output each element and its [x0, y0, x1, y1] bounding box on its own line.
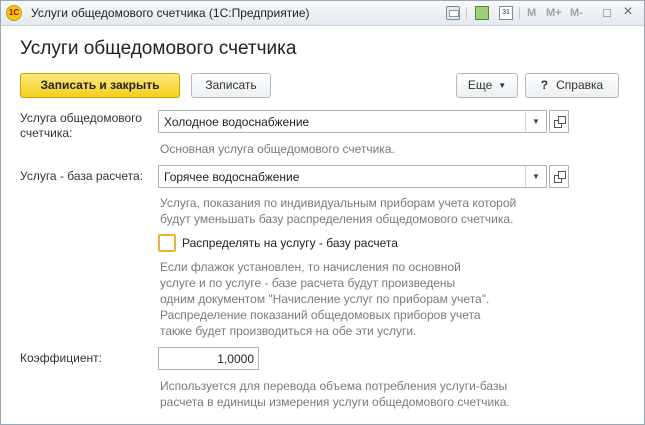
distribute-label[interactable]: Распределять на услугу - базу расчета	[182, 236, 398, 250]
hint-line: услуге и по услуге - базе расчета будут …	[160, 276, 456, 290]
service-field[interactable]: Холодное водоснабжение ▼	[158, 110, 547, 133]
open-icon-part	[558, 116, 566, 124]
minimize-button[interactable]: □	[600, 5, 614, 20]
calculator-icon[interactable]	[475, 6, 489, 20]
printer-icon[interactable]	[446, 6, 460, 20]
coefficient-hint: Используется для перевода объема потребл…	[160, 378, 510, 410]
app-window: 1С Услуги общедомового счетчика (1С:Пред…	[0, 0, 645, 425]
service-label-line2: счетчика:	[20, 126, 73, 140]
service-label-line1: Услуга общедомового	[20, 111, 142, 125]
hint-line: Распределение показаний общедомовых приб…	[160, 308, 481, 322]
distribute-checkbox[interactable]	[158, 234, 176, 252]
base-service-hint: Услуга, показания по индивидуальным приб…	[160, 195, 516, 227]
close-button[interactable]: ×	[621, 3, 635, 21]
hint-line: Используется для перевода объема потребл…	[160, 379, 508, 393]
app-logo-icon[interactable]: 1С	[6, 5, 22, 21]
title-bar: 1С Услуги общедомового счетчика (1С:Пред…	[1, 1, 644, 26]
service-label: Услуга общедомового счетчика:	[20, 111, 142, 141]
base-service-value: Горячее водоснабжение	[164, 170, 300, 184]
hint-line: одним документом "Начисление услуг по пр…	[160, 292, 490, 306]
dropdown-icon[interactable]: ▼	[525, 166, 546, 187]
toolbar-separator	[519, 7, 520, 19]
more-button-label: Еще	[467, 78, 493, 92]
help-button[interactable]: ? Справка	[525, 73, 619, 98]
coefficient-label: Коэффициент:	[20, 351, 102, 365]
coefficient-value: 1,0000	[217, 352, 254, 366]
hint-line: будут уменьшать базу распределения общед…	[160, 212, 514, 226]
help-button-label: Справка	[556, 78, 604, 92]
toolbar-separator	[466, 7, 467, 19]
more-button[interactable]: Еще ▼	[456, 73, 518, 98]
open-service-button[interactable]	[549, 110, 569, 133]
memory-plus-button[interactable]: M+	[546, 7, 562, 19]
distribute-hint: Если флажок установлен, то начисления по…	[160, 259, 489, 339]
window-title: Услуги общедомового счетчика (1С:Предпри…	[31, 6, 310, 20]
help-icon: ?	[540, 78, 549, 92]
save-and-close-button[interactable]: Записать и закрыть	[20, 73, 180, 98]
calendar-day: 31	[502, 9, 510, 16]
service-value: Холодное водоснабжение	[164, 115, 310, 129]
caret-down-icon: ▼	[498, 81, 507, 90]
hint-line: расчета в единицы измерения услуги общед…	[160, 395, 510, 409]
hint-line: также будет производиться на обе эти усл…	[160, 324, 417, 338]
hint-line: Услуга, показания по индивидуальным приб…	[160, 196, 517, 210]
form-title: Услуги общедомового счетчика	[20, 38, 297, 59]
save-button[interactable]: Записать	[191, 73, 271, 98]
calendar-icon[interactable]: 31	[499, 6, 513, 20]
hint-line: Если флажок установлен, то начисления по…	[160, 260, 461, 274]
base-service-label: Услуга - база расчета:	[20, 169, 144, 183]
open-icon-part	[558, 171, 566, 179]
dropdown-icon[interactable]: ▼	[525, 111, 546, 132]
service-hint: Основная услуга общедомового счетчика.	[160, 142, 395, 156]
open-base-service-button[interactable]	[549, 165, 569, 188]
coefficient-input[interactable]: 1,0000	[158, 347, 259, 370]
base-service-field[interactable]: Горячее водоснабжение ▼	[158, 165, 547, 188]
memory-minus-button[interactable]: M-	[570, 7, 583, 19]
memory-button[interactable]: M	[527, 7, 536, 19]
